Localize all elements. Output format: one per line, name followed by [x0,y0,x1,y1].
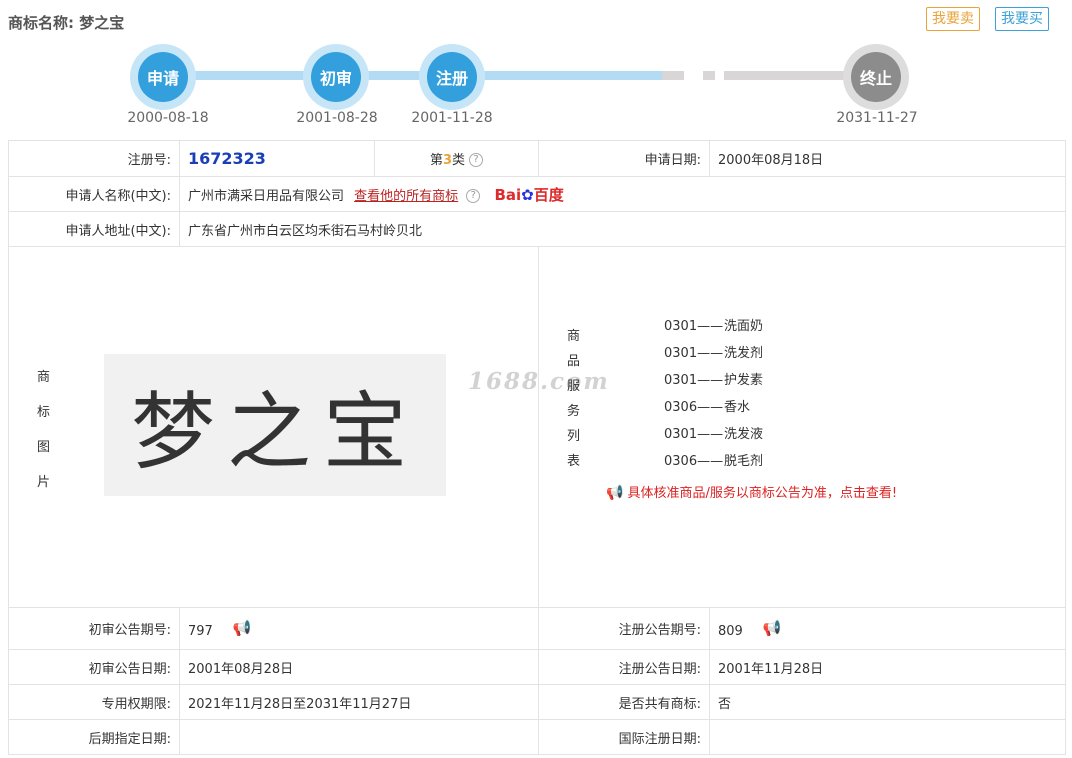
applicant-value: 广州市满采日用品有限公司 [188,188,345,204]
timeline-gap-segment [703,71,715,80]
buy-button[interactable]: 我要买 [995,7,1049,31]
timeline-progress-bar [166,71,662,80]
announcement-horn-icon[interactable]: 📢 [233,619,252,637]
timeline-date-prelim: 2001-08-28 [296,110,378,126]
list-item: 0301——洗面奶 [664,319,764,334]
reg-pub-date-value: 2001年11月28日 [709,649,1066,685]
trademark-image-label: 商 标 图 片 [37,370,51,490]
address-label: 申请人地址(中文): [8,211,180,247]
table-row: 申请人地址(中文): 广东省广州市白云区均禾街石马村岭贝北 [8,211,1066,247]
list-item: 0306——脱毛剂 [664,454,764,469]
prelim-date-label: 初审公告日期: [8,649,180,685]
reg-pub-no-label: 注册公告期号: [538,607,710,650]
timeline-date-apply: 2000-08-18 [127,110,209,126]
announcement-horn-icon[interactable]: 📢 [763,619,782,637]
title-value: 梦之宝 [79,14,125,32]
help-icon[interactable]: ? [469,153,484,167]
list-item: 0301——护发素 [664,373,764,388]
trademark-title: 商标名称: 梦之宝 [8,12,124,33]
intl-date-value [709,719,1066,755]
apply-date-value: 2000年08月18日 [709,140,1066,177]
sell-button[interactable]: 我要卖 [926,7,980,31]
shared-label: 是否共有商标: [538,684,710,720]
prelim-no-value: 797 [188,623,213,639]
goods-list-label: 商 品 服 务 列 表 [567,329,581,469]
title-label: 商标名称: [8,14,74,32]
shared-value: 否 [709,684,1066,720]
address-value: 广东省广州市白云区均禾街石马村岭贝北 [179,211,1066,247]
timeline-node-apply: 申请 [130,44,196,110]
table-row: 后期指定日期: 国际注册日期: [8,719,1066,755]
class-number: 3 [442,153,453,168]
timeline-gap-segment [662,71,684,80]
watermark: 1688.com [468,368,610,395]
exclusive-label: 专用权期限: [8,684,180,720]
timeline-node-prelim: 初审 [303,44,369,110]
timeline-date-end: 2031-11-27 [836,110,918,126]
list-item: 0301——洗发剂 [664,346,764,361]
later-date-value [179,719,539,755]
reg-pub-no-value: 809 [718,623,743,639]
trademark-image: 梦之宝 [104,354,446,496]
table-row: 注册号: 1672323 第3类? 申请日期: 2000年08月18日 [8,140,1066,177]
timeline-node-end: 终止 [843,44,909,110]
reg-no-label: 注册号: [8,140,180,177]
baidu-search-icon[interactable]: Bai✿百度 [494,186,563,204]
goods-list-cell [538,246,1066,608]
timeline-date-register: 2001-11-28 [411,110,493,126]
prelim-date-value: 2001年08月28日 [179,649,539,685]
applicant-label: 申请人名称(中文): [8,176,180,212]
intl-date-label: 国际注册日期: [538,719,710,755]
later-date-label: 后期指定日期: [8,719,180,755]
announcement-horn-icon: 📢 [606,485,624,501]
table-row: 申请人名称(中文): 广州市满采日用品有限公司 查看他的所有商标 ? Bai✿百… [8,176,1066,212]
class-cell: 第3类? [374,140,539,177]
table-row: 专用权期限: 2021年11月28日至2031年11月27日 是否共有商标: 否 [8,684,1066,720]
timeline-node-register: 注册 [419,44,485,110]
list-item: 0306——香水 [664,400,751,415]
list-item: 0301——洗发液 [664,427,764,442]
goods-notice-link[interactable]: 📢 具体核准商品/服务以商标公告为准，点击查看! [606,482,897,501]
table-row: 初审公告日期: 2001年08月28日 注册公告日期: 2001年11月28日 [8,649,1066,685]
goods-list: 0301——洗面奶 0301——洗发剂 0301——护发素 0306——香水 0… [664,318,763,480]
table-row: 初审公告期号: 797 📢 注册公告期号: 809 📢 [8,607,1066,650]
all-marks-link[interactable]: 查看他的所有商标 [354,189,458,204]
exclusive-value: 2021年11月28日至2031年11月27日 [179,684,539,720]
reg-no-value: 1672323 [188,149,266,168]
apply-date-label: 申请日期: [538,140,710,177]
prelim-no-label: 初审公告期号: [8,607,180,650]
help-icon[interactable]: ? [466,188,481,203]
reg-pub-date-label: 注册公告日期: [538,649,710,685]
